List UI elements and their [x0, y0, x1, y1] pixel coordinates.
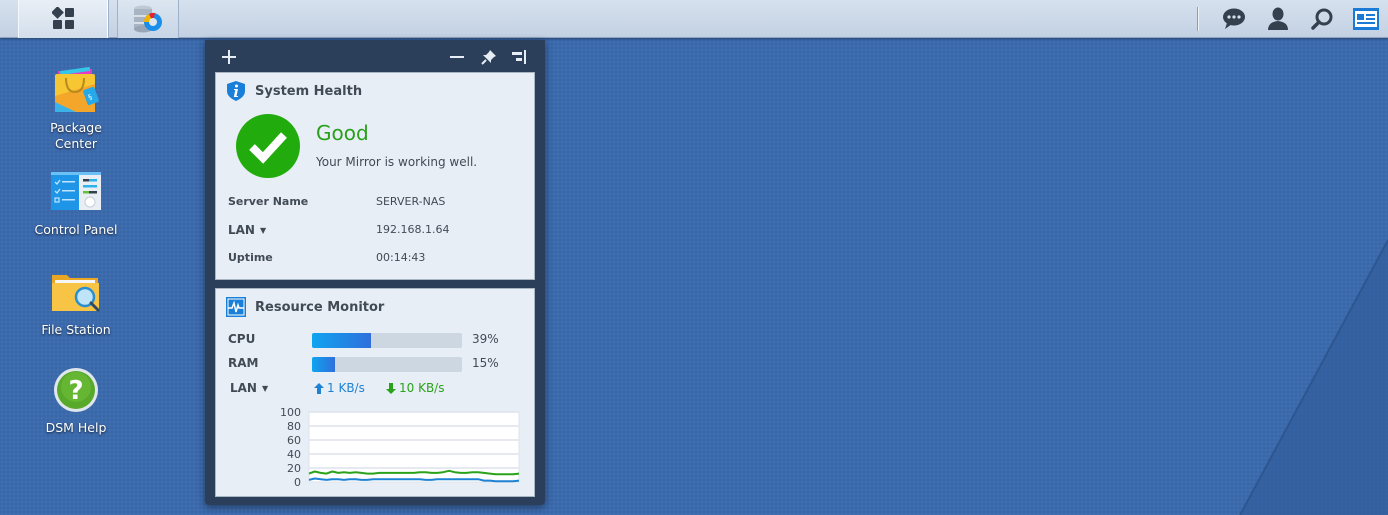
download-arrow-icon [386, 382, 396, 394]
main-menu-button[interactable] [18, 0, 109, 38]
file-station-icon [52, 275, 100, 312]
taskbar-separator [1197, 7, 1198, 31]
desktop-icon-file-station[interactable]: File Station [26, 266, 126, 338]
caret-down-icon: ▼ [261, 384, 269, 393]
taskbar [0, 0, 1388, 38]
desktop-icon-dsm-help[interactable]: ? DSM Help [26, 364, 126, 436]
download-rate: 10 KB/s [386, 381, 444, 395]
cpu-usage-fill [312, 333, 371, 348]
taskbar-app-resource-monitor[interactable] [117, 0, 179, 38]
health-status: Good [316, 121, 369, 145]
caret-down-icon: ▼ [259, 226, 267, 235]
resource-monitor-app-icon [134, 5, 162, 33]
desktop-icon-control-panel[interactable]: Control Panel [26, 166, 126, 238]
widgets-toggle-icon [1353, 8, 1379, 30]
info-value: 00:14:43 [376, 251, 426, 264]
shield-info-icon [227, 81, 245, 101]
info-label: Uptime [228, 251, 273, 264]
upload-rate: 1 KB/s [314, 381, 365, 395]
network-chart-svg: 100806040200 [280, 406, 520, 489]
pin-widgets-button[interactable] [478, 46, 500, 68]
cpu-usage-bar [312, 333, 462, 348]
desktop-icon-package-center[interactable]: § Package Center [26, 64, 126, 152]
plus-icon [222, 50, 236, 64]
search-icon [1311, 8, 1333, 30]
ram-usage-bar [312, 357, 462, 372]
widget-panel-header [205, 40, 545, 72]
y-tick-label: 80 [287, 420, 301, 433]
minus-icon [450, 56, 464, 58]
desktop-icon-label: File Station [41, 322, 111, 337]
ram-usage-row: RAM 15% [228, 356, 528, 372]
collapse-right-icon [512, 50, 526, 64]
pulse-monitor-icon [226, 297, 246, 317]
lan-selector[interactable]: LAN ▼ [230, 381, 268, 395]
y-tick-label: 40 [287, 448, 301, 461]
health-good-check-icon [236, 114, 300, 178]
desktop-icon-label: Package Center [50, 120, 102, 151]
ram-usage-fill [312, 357, 335, 372]
search-button[interactable] [1300, 0, 1344, 38]
collapse-widgets-button[interactable] [509, 46, 531, 68]
add-widget-button[interactable] [218, 46, 240, 68]
widgets-toggle-button[interactable] [1344, 0, 1388, 38]
upload-arrow-icon [314, 382, 324, 394]
user-button[interactable] [1256, 0, 1300, 38]
y-tick-label: 20 [287, 462, 301, 475]
cpu-percent: 39% [472, 332, 499, 346]
desktop-icon-label: Control Panel [34, 222, 118, 237]
y-tick-label: 0 [294, 476, 301, 489]
svg-text:?: ? [68, 376, 83, 406]
package-center-icon: § [55, 66, 99, 112]
y-tick-label: 100 [280, 407, 301, 419]
dsm-help-icon: ? [54, 368, 98, 412]
control-panel-icon [51, 172, 101, 210]
user-icon [1268, 7, 1288, 30]
notifications-chat-icon [1223, 8, 1245, 29]
network-chart: 100 80 60 40 20 0 [216, 406, 536, 497]
desktop-icon-label: DSM Help [45, 420, 107, 435]
notifications-button[interactable] [1212, 0, 1256, 38]
pin-icon [481, 50, 496, 65]
lan-throughput-row: LAN ▼ 1 KB/s 10 KB/s [228, 381, 528, 397]
lan-selector[interactable]: LAN ▼ [228, 223, 266, 237]
ram-percent: 15% [472, 356, 499, 370]
info-label: Server Name [228, 195, 309, 208]
resource-monitor-title: Resource Monitor [226, 297, 384, 317]
y-tick-label: 60 [287, 434, 301, 447]
info-value: 192.168.1.64 [376, 223, 450, 236]
chart-plot-area [308, 411, 520, 483]
cpu-usage-row: CPU 39% [228, 332, 528, 348]
widget-panel: System Health Good Your Mirror is workin… [205, 40, 545, 505]
main-menu-grid-icon [51, 7, 74, 29]
info-value: SERVER-NAS [376, 195, 446, 208]
system-health-title: System Health [226, 81, 362, 101]
resource-monitor-widget: Resource Monitor CPU 39% RAM 15% LAN ▼ 1 … [215, 288, 535, 497]
minimize-widgets-button[interactable] [446, 46, 468, 68]
ram-label: RAM [228, 356, 259, 370]
system-health-widget: System Health Good Your Mirror is workin… [215, 72, 535, 280]
health-description: Your Mirror is working well. [316, 155, 478, 169]
cpu-label: CPU [228, 332, 256, 346]
